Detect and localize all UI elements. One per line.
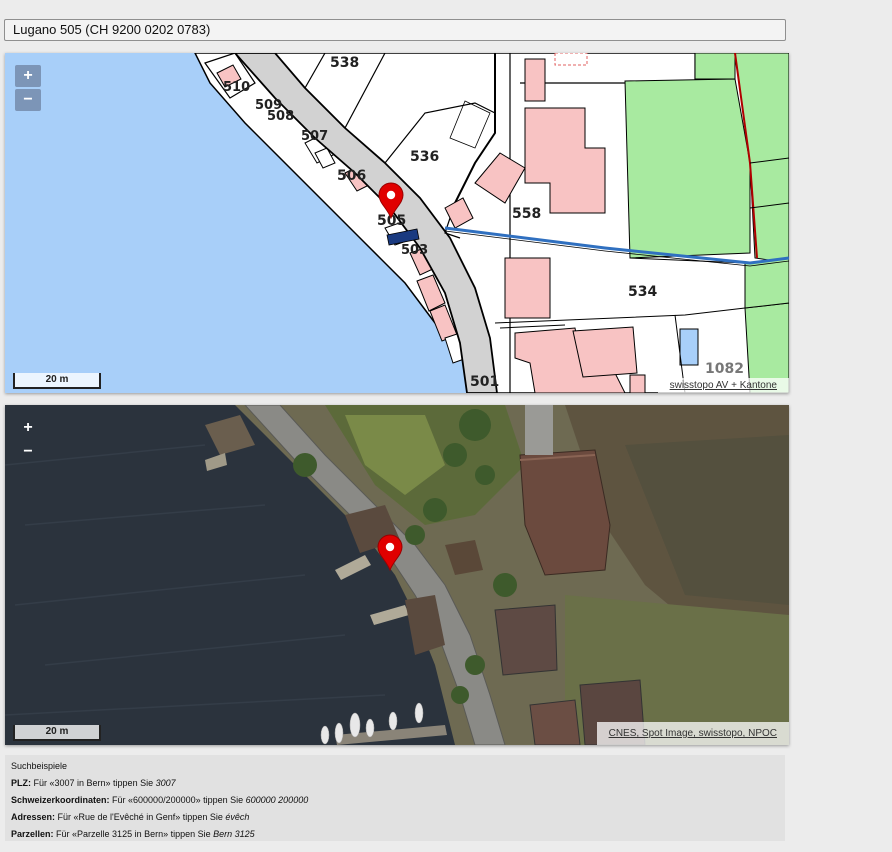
example-label: Schweizerkoordinaten: [11, 795, 110, 805]
example-query: évêch [225, 812, 250, 822]
parcel-label: 1082 [705, 361, 744, 377]
example-query: Bern 3125 [213, 829, 255, 839]
cadastral-map[interactable]: 538 510 509 508 507 536 506 505 503 558 … [5, 53, 789, 393]
location-search-input[interactable]: Lugano 505 (CH 9200 0202 0783) [4, 19, 786, 41]
example-query: 600000 200000 [245, 795, 309, 805]
parcel-label: 510 [223, 80, 250, 95]
scale-bar: 20 m [13, 373, 101, 389]
search-examples-panel: Suchbeispiele PLZ: Für «3007 in Bern» ti… [5, 755, 785, 841]
example-text: Für «Parzelle 3125 in Bern» tippen Sie [53, 829, 214, 839]
parcel-label: 538 [330, 55, 359, 71]
example-row: Adressen: Für «Rue de l'Evêché in Genf» … [11, 809, 779, 826]
parcel-label: 507 [301, 129, 328, 144]
example-label: Parzellen: [11, 829, 54, 839]
examples-title: Suchbeispiele [11, 761, 68, 771]
example-query: 3007 [155, 778, 176, 788]
map-attribution-link[interactable]: CNES, Spot Image, swisstopo, NPOC [596, 722, 789, 745]
scale-bar: 20 m [13, 725, 101, 741]
example-label: PLZ: [11, 778, 31, 788]
parcel-label: 503 [401, 243, 428, 258]
cadastral-map-canvas: 538 510 509 508 507 536 506 505 503 558 … [5, 53, 789, 393]
example-row: Parzellen: Für «Parzelle 3125 in Bern» t… [11, 826, 779, 843]
zoom-in-button[interactable]: + [15, 417, 41, 439]
example-text: Für «Rue de l'Evêché in Genf» tippen Sie [55, 812, 226, 822]
parcel-label: 508 [267, 109, 294, 124]
parcel-label: 506 [337, 168, 366, 184]
example-row: PLZ: Für «3007 in Bern» tippen Sie 3007 [11, 775, 779, 792]
zoom-out-button[interactable]: − [15, 89, 41, 111]
map-attribution-link[interactable]: swisstopo AV + Kantone [657, 378, 789, 393]
aerial-map-canvas [5, 405, 789, 745]
parcel-label: 536 [410, 149, 439, 165]
zoom-out-button[interactable]: − [15, 441, 41, 463]
aerial-map[interactable]: + − 20 m CNES, Spot Image, swisstopo, NP… [5, 405, 789, 745]
parcel-label: 534 [628, 284, 657, 300]
example-text: Für «600000/200000» tippen Sie [109, 795, 246, 805]
example-text: Für «3007 in Bern» tippen Sie [31, 778, 156, 788]
example-label: Adressen: [11, 812, 56, 822]
parcel-label: 558 [512, 206, 541, 222]
zoom-in-button[interactable]: + [15, 65, 41, 87]
parcel-label: 501 [470, 374, 499, 390]
example-row: Schweizerkoordinaten: Für «600000/200000… [11, 792, 779, 809]
